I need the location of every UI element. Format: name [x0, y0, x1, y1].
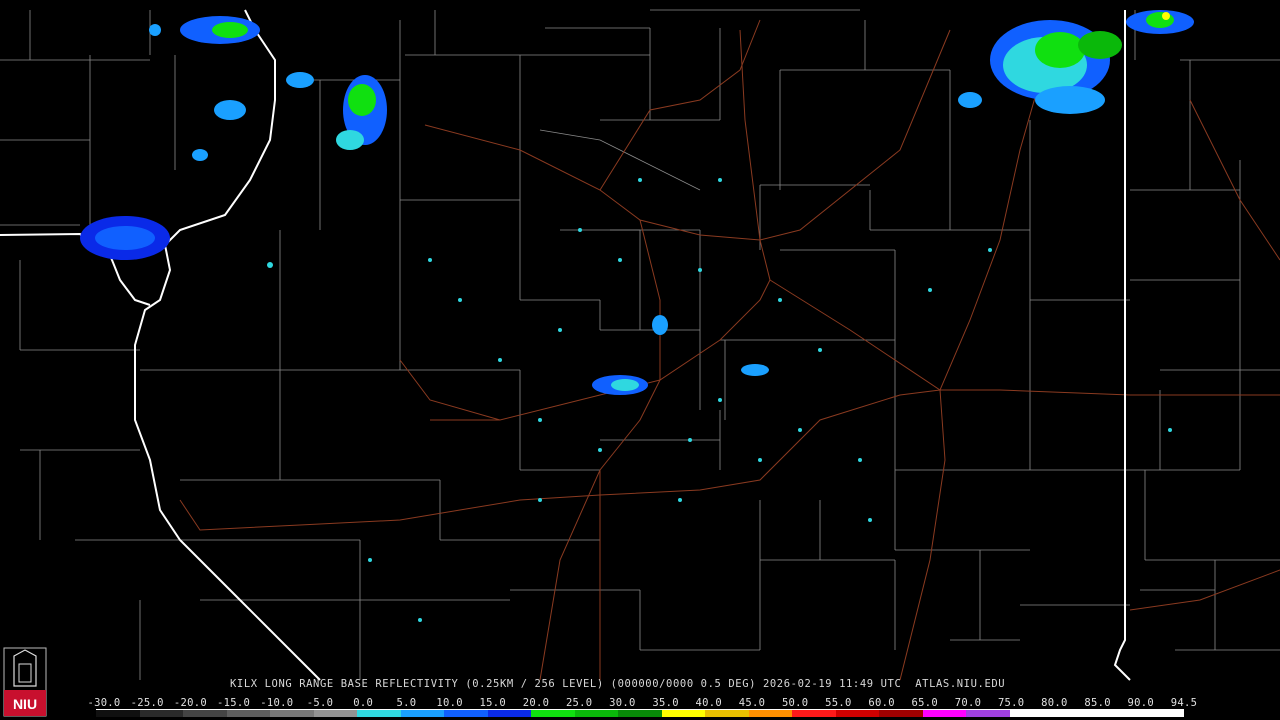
scale-swatch — [487, 710, 532, 717]
scale-label: -15.0 — [217, 697, 251, 709]
scale-label: -5.0 — [306, 697, 334, 709]
scale-swatch — [835, 710, 880, 717]
scale-label: -10.0 — [260, 697, 294, 709]
scale-swatch — [96, 710, 140, 717]
scale-swatch — [1053, 710, 1097, 717]
scale-swatch — [183, 710, 227, 717]
scale-label: 45.0 — [738, 697, 766, 709]
scale-swatch — [1140, 710, 1184, 717]
scale-swatch — [139, 710, 184, 717]
scale-label: 15.0 — [479, 697, 507, 709]
scale-label: 85.0 — [1084, 697, 1111, 709]
state-borders — [0, 9, 1131, 681]
radar-product-caption: KILX LONG RANGE BASE REFLECTIVITY (0.25K… — [230, 678, 1006, 690]
reflectivity-color-bar — [96, 709, 1184, 717]
scale-label: 75.0 — [997, 697, 1025, 709]
scale-swatch — [1096, 710, 1141, 717]
scale-swatch — [922, 710, 967, 717]
echo-northwest — [80, 16, 387, 260]
scale-label: -25.0 — [130, 697, 164, 709]
radar-echoes — [80, 10, 1194, 622]
scale-label: -20.0 — [173, 697, 207, 709]
scale-swatch — [444, 710, 488, 717]
scale-swatch — [792, 710, 836, 717]
scale-label: 35.0 — [652, 697, 679, 709]
echo-central — [267, 178, 1172, 622]
scale-label: 90.0 — [1127, 697, 1155, 709]
scale-swatch — [400, 710, 445, 717]
scale-label: 70.0 — [954, 697, 982, 709]
scale-label: 60.0 — [868, 697, 895, 709]
scale-label: 80.0 — [1041, 697, 1068, 709]
echo-northeast — [958, 10, 1194, 114]
scale-swatch — [966, 710, 1010, 717]
scale-label: 65.0 — [911, 697, 939, 709]
logo-text: NIU — [13, 696, 37, 712]
scale-label: 0.0 — [353, 697, 374, 709]
reflectivity-scale-labels: -30.0 -25.0 -20.0 -15.0 -10.0 -5.0 0.0 5.0 10.0 1… — [87, 697, 1202, 709]
scale-swatch — [531, 710, 575, 717]
scale-swatch — [661, 710, 706, 717]
scale-label: 40.0 — [695, 697, 723, 709]
scale-swatch — [879, 710, 923, 717]
scale-swatch — [270, 710, 314, 717]
scale-swatch — [357, 710, 401, 717]
niu-logo: NIU — [3, 647, 47, 717]
scale-label: 10.0 — [436, 697, 463, 709]
scale-swatch — [705, 710, 749, 717]
scale-swatch — [574, 710, 619, 717]
scale-label: 30.0 — [609, 697, 636, 709]
scale-swatch — [226, 710, 271, 717]
scale-label: 94.5 — [1170, 697, 1198, 709]
scale-swatch — [313, 710, 358, 717]
scale-label: 50.0 — [781, 697, 809, 709]
radar-map: NIU — [0, 9, 1280, 717]
scale-swatch — [1009, 710, 1054, 717]
scale-label: 25.0 — [565, 697, 593, 709]
scale-label: -30.0 — [87, 697, 121, 709]
scale-swatch — [618, 710, 662, 717]
scale-label: 5.0 — [396, 697, 417, 709]
scale-label: 20.0 — [522, 697, 550, 709]
scale-label: 55.0 — [825, 697, 852, 709]
scale-swatch — [748, 710, 793, 717]
